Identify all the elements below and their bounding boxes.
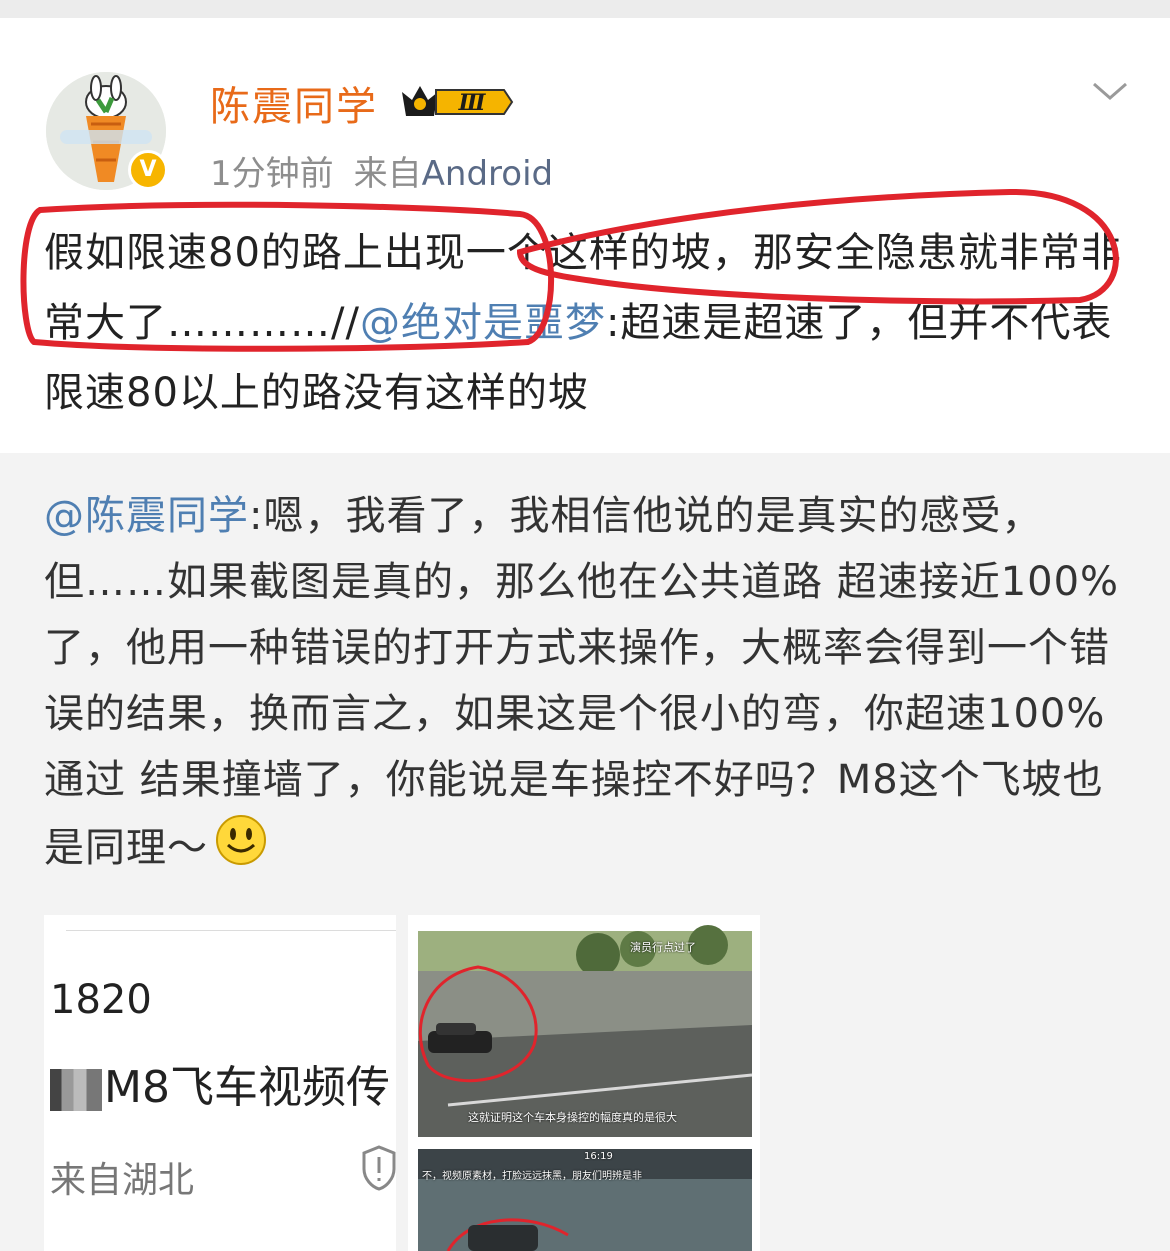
- post-text: 假如限速80的路上出现一个这样的坡，那安全隐患就非常非常大了…………//@绝对是…: [44, 218, 1134, 428]
- card-number: 1820: [50, 977, 152, 1023]
- divider: [66, 930, 396, 931]
- video-caption-2: 不，视频原素材，打脸远远抹黑，朋友们明辨是非: [422, 1171, 642, 1182]
- video-time: 16:19: [584, 1151, 613, 1162]
- post-mention[interactable]: @绝对是噩梦: [360, 300, 606, 346]
- verified-icon: V: [128, 150, 168, 190]
- post-meta: 1分钟前 来自Android: [210, 146, 553, 195]
- repost-body: :嗯，我看了，我相信他说的是真实的感受，但……如果截图是真的，那么他在公共道路 …: [44, 493, 1120, 871]
- source-prefix: 来自: [353, 154, 422, 194]
- video-screenshot[interactable]: 演员行点过了 这就证明这个车本身操控的幅度真的是很大 16:19 不，视频原素材…: [408, 915, 760, 1251]
- video-caption-bottom: 这就证明这个车本身操控的幅度真的是很大: [468, 1111, 677, 1124]
- shield-icon[interactable]: [362, 1145, 396, 1195]
- screenshot-card[interactable]: 1820 M8飞车视频传 来自湖北: [44, 915, 396, 1251]
- smiley-emoji-icon: [214, 813, 268, 887]
- chevron-down-icon[interactable]: [1092, 80, 1128, 106]
- blurred-logo: [50, 1069, 102, 1111]
- top-strip: [0, 0, 1170, 18]
- post-time: 1分钟前: [210, 154, 334, 194]
- card-headline-text: M8飞车视频传: [104, 1062, 390, 1113]
- repost-mention[interactable]: @陈震同学: [44, 493, 249, 539]
- repost-text: @陈震同学:嗯，我看了，我相信他说的是真实的感受，但……如果截图是真的，那么他在…: [44, 483, 1134, 887]
- crown-level-badge-icon[interactable]: Ⅲ: [400, 82, 516, 126]
- video-caption-top: 演员行点过了: [630, 941, 696, 954]
- card-headline: M8飞车视频传: [50, 1051, 390, 1115]
- card-location: 来自湖北: [50, 1160, 195, 1201]
- username[interactable]: 陈震同学: [210, 74, 378, 132]
- level-badge-text: Ⅲ: [458, 90, 487, 116]
- post-source[interactable]: Android: [422, 154, 553, 194]
